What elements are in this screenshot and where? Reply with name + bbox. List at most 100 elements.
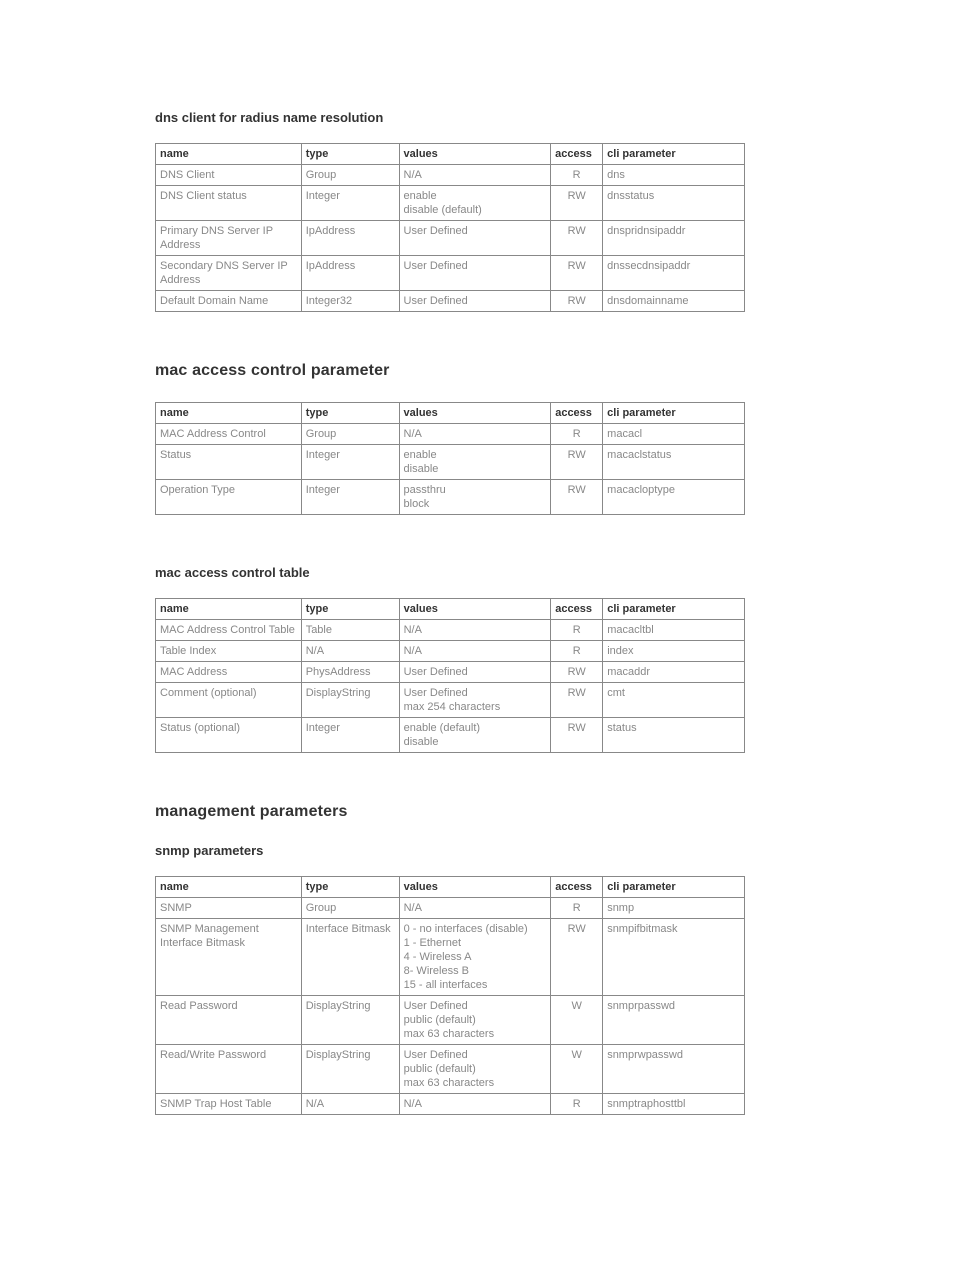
cell-access: RW [551,221,603,256]
cell-cli: snmpifbitmask [603,919,745,996]
col-header-access: access [551,403,603,424]
table-row: Secondary DNS Server IP AddressIpAddress… [156,256,745,291]
cell-type: Integer32 [301,291,399,312]
cell-type: DisplayString [301,1045,399,1094]
cell-name: Read Password [156,996,302,1045]
table-row: SNMP Trap Host TableN/AN/ARsnmptraphostt… [156,1094,745,1115]
cell-values: User Definedmax 254 characters [399,683,551,718]
col-header-access: access [551,144,603,165]
cell-cli: cmt [603,683,745,718]
table-row: Comment (optional)DisplayStringUser Defi… [156,683,745,718]
cell-values: enable (default)disable [399,718,551,753]
cell-name: SNMP [156,898,302,919]
cell-values: User Defined [399,662,551,683]
cell-type: Group [301,424,399,445]
cell-type: Integer [301,186,399,221]
cell-values: N/A [399,1094,551,1115]
cell-type: Integer [301,480,399,515]
cell-type: DisplayString [301,996,399,1045]
cell-access: R [551,898,603,919]
table-body: DNS ClientGroupN/ARdnsDNS Client statusI… [156,165,745,312]
document-page: dns client for radius name resolution na… [0,0,954,1265]
cell-name: Comment (optional) [156,683,302,718]
col-header-name: name [156,877,302,898]
cell-access: RW [551,662,603,683]
cell-values: enabledisable (default) [399,186,551,221]
cell-values: N/A [399,424,551,445]
cell-name: Default Domain Name [156,291,302,312]
cell-type: N/A [301,1094,399,1115]
section-heading-management: management parameters [155,803,799,821]
cell-access: RW [551,683,603,718]
cell-type: Group [301,898,399,919]
cell-name: Read/Write Password [156,1045,302,1094]
cell-values: User Defined [399,256,551,291]
cell-access: R [551,641,603,662]
cell-values: User Definedpublic (default)max 63 chara… [399,996,551,1045]
table-row: DNS ClientGroupN/ARdns [156,165,745,186]
col-header-type: type [301,877,399,898]
section-heading-dns: dns client for radius name resolution [155,110,799,125]
table-header-row: name type values access cli parameter [156,877,745,898]
cell-type: Group [301,165,399,186]
table-row: Status (optional)Integerenable (default)… [156,718,745,753]
cell-type: N/A [301,641,399,662]
cell-values: 0 - no interfaces (disable)1 - Ethernet4… [399,919,551,996]
table-row: Read/Write PasswordDisplayStringUser Def… [156,1045,745,1094]
cell-cli: dnspridnsipaddr [603,221,745,256]
table-row: MAC Address ControlGroupN/ARmacacl [156,424,745,445]
col-header-values: values [399,403,551,424]
cell-cli: snmprwpasswd [603,1045,745,1094]
cell-values: passthrublock [399,480,551,515]
col-header-name: name [156,144,302,165]
cell-type: DisplayString [301,683,399,718]
cell-name: Table Index [156,641,302,662]
cell-name: Status (optional) [156,718,302,753]
cell-cli: macacl [603,424,745,445]
cell-access: RW [551,480,603,515]
cell-cli: macaclstatus [603,445,745,480]
table-row: SNMP Management Interface BitmaskInterfa… [156,919,745,996]
cell-name: Status [156,445,302,480]
table-row: DNS Client statusIntegerenabledisable (d… [156,186,745,221]
cell-cli: macaddr [603,662,745,683]
table-row: Primary DNS Server IP AddressIpAddressUs… [156,221,745,256]
col-header-access: access [551,599,603,620]
table-row: SNMPGroupN/ARsnmp [156,898,745,919]
cell-cli: dnssecdnsipaddr [603,256,745,291]
cell-values: N/A [399,620,551,641]
cell-type: Table [301,620,399,641]
cell-cli: macacltbl [603,620,745,641]
col-header-type: type [301,144,399,165]
cell-values: User Defined [399,221,551,256]
col-header-values: values [399,144,551,165]
col-header-type: type [301,599,399,620]
col-header-access: access [551,877,603,898]
cell-name: MAC Address [156,662,302,683]
cell-cli: dns [603,165,745,186]
col-header-cli: cli parameter [603,403,745,424]
table-row: Read PasswordDisplayStringUser Definedpu… [156,996,745,1045]
section-heading-snmp: snmp parameters [155,843,799,858]
table-row: Operation TypeIntegerpassthrublockRWmaca… [156,480,745,515]
cell-name: Secondary DNS Server IP Address [156,256,302,291]
table-mac-table: name type values access cli parameter MA… [155,598,745,753]
cell-cli: index [603,641,745,662]
cell-values: N/A [399,641,551,662]
cell-name: SNMP Trap Host Table [156,1094,302,1115]
cell-access: W [551,1045,603,1094]
cell-access: RW [551,718,603,753]
cell-type: Integer [301,718,399,753]
cell-access: R [551,1094,603,1115]
cell-cli: dnsstatus [603,186,745,221]
cell-access: R [551,424,603,445]
table-dns: name type values access cli parameter DN… [155,143,745,312]
table-body: MAC Address ControlGroupN/ARmacaclStatus… [156,424,745,515]
cell-access: RW [551,445,603,480]
cell-values: N/A [399,165,551,186]
cell-cli: macacloptype [603,480,745,515]
cell-access: RW [551,291,603,312]
cell-name: Primary DNS Server IP Address [156,221,302,256]
section-heading-mac-table: mac access control table [155,565,799,580]
table-body: SNMPGroupN/ARsnmpSNMP Management Interfa… [156,898,745,1115]
